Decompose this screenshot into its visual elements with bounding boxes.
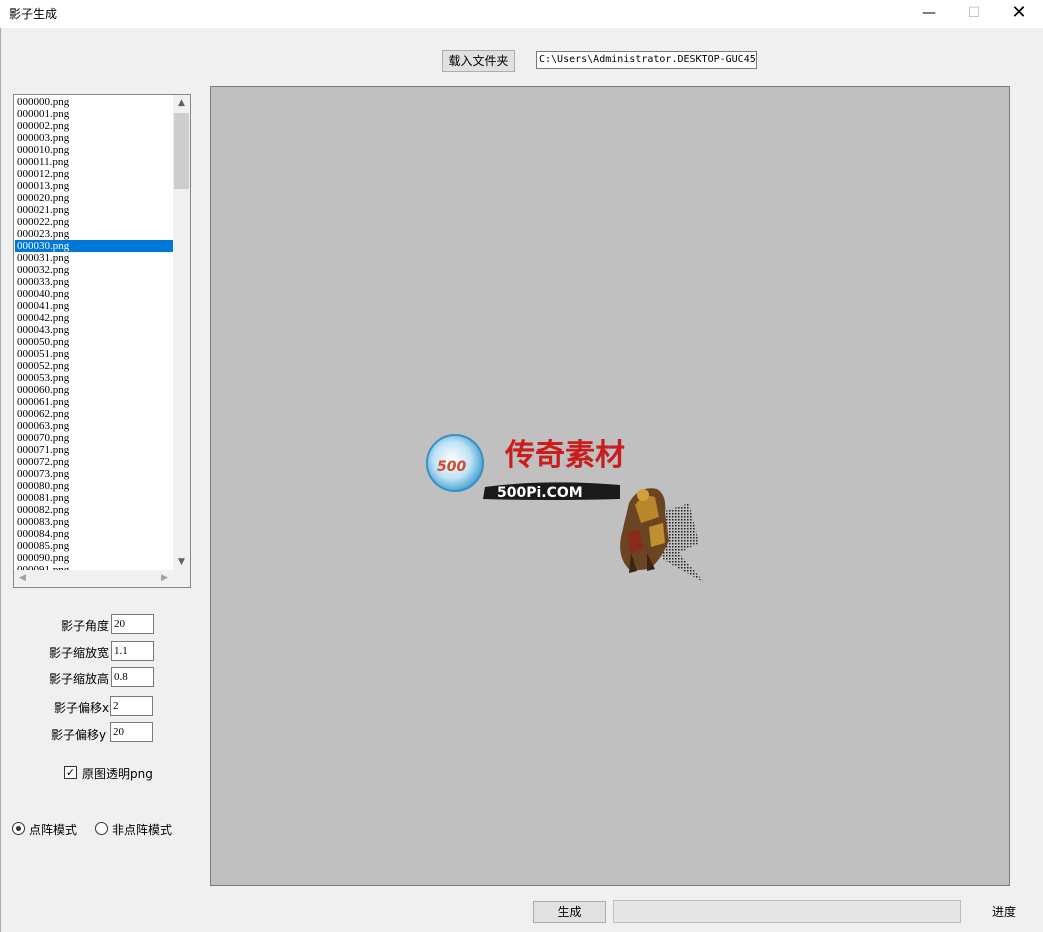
watermark-url: 500Pi.COM	[497, 485, 583, 501]
shadow-offset-x-input[interactable]: 2	[110, 696, 153, 716]
shadow-offset-y-label: 影子偏移y	[51, 728, 107, 742]
list-item[interactable]: 000003.png	[15, 132, 173, 144]
preview-canvas: 500 传奇素材 500Pi.COM	[210, 86, 1010, 886]
list-item[interactable]: 000062.png	[15, 408, 173, 420]
list-item[interactable]: 000050.png	[15, 336, 173, 348]
maximize-button[interactable]: ☐	[951, 0, 997, 28]
horizontal-scrollbar[interactable]: ◀ ▶	[14, 570, 190, 587]
minimize-button[interactable]: —	[906, 0, 952, 28]
list-item[interactable]: 000021.png	[15, 204, 173, 216]
list-item[interactable]: 000013.png	[15, 180, 173, 192]
list-item[interactable]: 000053.png	[15, 372, 173, 384]
list-item[interactable]: 000031.png	[15, 252, 173, 264]
scroll-left-icon[interactable]: ◀	[14, 570, 31, 587]
shadow-offset-x-label: 影子偏移x	[54, 701, 110, 715]
list-item[interactable]: 000010.png	[15, 144, 173, 156]
progress-bar	[613, 900, 961, 923]
file-list-items: 000000.png 000001.png 000002.png 000003.png…	[15, 96, 173, 570]
list-item[interactable]: 000020.png	[15, 192, 173, 204]
scroll-right-icon[interactable]: ▶	[156, 570, 173, 587]
watermark-logo: 500 传奇素材 500Pi.COM	[426, 434, 625, 501]
list-item[interactable]: 000041.png	[15, 300, 173, 312]
character-sprite	[620, 488, 705, 583]
list-item[interactable]: 000085.png	[15, 540, 173, 552]
load-folder-button[interactable]: 载入文件夹	[442, 50, 515, 72]
shadow-angle-label: 影子角度	[61, 619, 110, 633]
list-item[interactable]: 000060.png	[15, 384, 173, 396]
list-item[interactable]: 000072.png	[15, 456, 173, 468]
transparent-png-label: 原图透明png	[82, 767, 153, 781]
non-dot-matrix-mode-radio[interactable]	[95, 822, 108, 835]
list-item[interactable]: 000080.png	[15, 480, 173, 492]
list-item[interactable]: 000082.png	[15, 504, 173, 516]
list-item[interactable]: 000040.png	[15, 288, 173, 300]
title-bar: 影子生成 — ☐ ✕	[0, 0, 1043, 28]
list-item[interactable]: 000042.png	[15, 312, 173, 324]
list-item[interactable]: 000030.png	[15, 240, 173, 252]
list-item[interactable]: 000043.png	[15, 324, 173, 336]
shadow-scale-width-label: 影子缩放宽	[49, 646, 110, 660]
logo-number: 500	[437, 459, 466, 475]
scroll-thumb[interactable]	[174, 113, 189, 189]
list-item[interactable]: 000023.png	[15, 228, 173, 240]
shadow-scale-height-label: 影子缩放高	[49, 672, 110, 686]
generate-button[interactable]: 生成	[533, 901, 606, 923]
list-item[interactable]: 000052.png	[15, 360, 173, 372]
list-item[interactable]: 000032.png	[15, 264, 173, 276]
shadow-offset-y-input[interactable]: 20	[110, 722, 153, 742]
vertical-scrollbar[interactable]: ▲ ▼	[173, 95, 190, 571]
list-item[interactable]: 000081.png	[15, 492, 173, 504]
list-item[interactable]: 000071.png	[15, 444, 173, 456]
shadow-scale-height-input[interactable]: 0.8	[111, 667, 154, 687]
progress-label: 进度	[992, 905, 1017, 919]
list-item[interactable]: 000022.png	[15, 216, 173, 228]
list-item[interactable]: 000073.png	[15, 468, 173, 480]
list-item[interactable]: 000084.png	[15, 528, 173, 540]
list-item[interactable]: 000012.png	[15, 168, 173, 180]
window-title: 影子生成	[9, 7, 58, 21]
watermark-title: 传奇素材	[504, 438, 625, 473]
scroll-up-icon[interactable]: ▲	[173, 95, 190, 112]
close-button[interactable]: ✕	[996, 0, 1042, 28]
scroll-down-icon[interactable]: ▼	[173, 554, 190, 571]
list-item[interactable]: 000070.png	[15, 432, 173, 444]
list-item[interactable]: 000083.png	[15, 516, 173, 528]
list-item[interactable]: 000002.png	[15, 120, 173, 132]
list-item[interactable]: 000001.png	[15, 108, 173, 120]
dot-matrix-mode-label: 点阵模式	[29, 823, 78, 837]
dot-matrix-mode-radio[interactable]	[12, 822, 25, 835]
list-item[interactable]: 000011.png	[15, 156, 173, 168]
list-item[interactable]: 000033.png	[15, 276, 173, 288]
shadow-scale-width-input[interactable]: 1.1	[111, 641, 154, 661]
transparent-png-checkbox[interactable]: ✓	[64, 766, 77, 779]
non-dot-matrix-mode-label: 非点阵模式	[112, 823, 173, 837]
list-item[interactable]: 000063.png	[15, 420, 173, 432]
list-item[interactable]: 000090.png	[15, 552, 173, 564]
folder-path-field[interactable]: C:\Users\Administrator.DESKTOP-GUC45	[536, 51, 757, 69]
shadow-angle-input[interactable]: 20	[111, 614, 154, 634]
list-item[interactable]: 000061.png	[15, 396, 173, 408]
list-item[interactable]: 000000.png	[15, 96, 173, 108]
file-list[interactable]: 000000.png 000001.png 000002.png 000003.png…	[13, 94, 191, 588]
list-item[interactable]: 000051.png	[15, 348, 173, 360]
